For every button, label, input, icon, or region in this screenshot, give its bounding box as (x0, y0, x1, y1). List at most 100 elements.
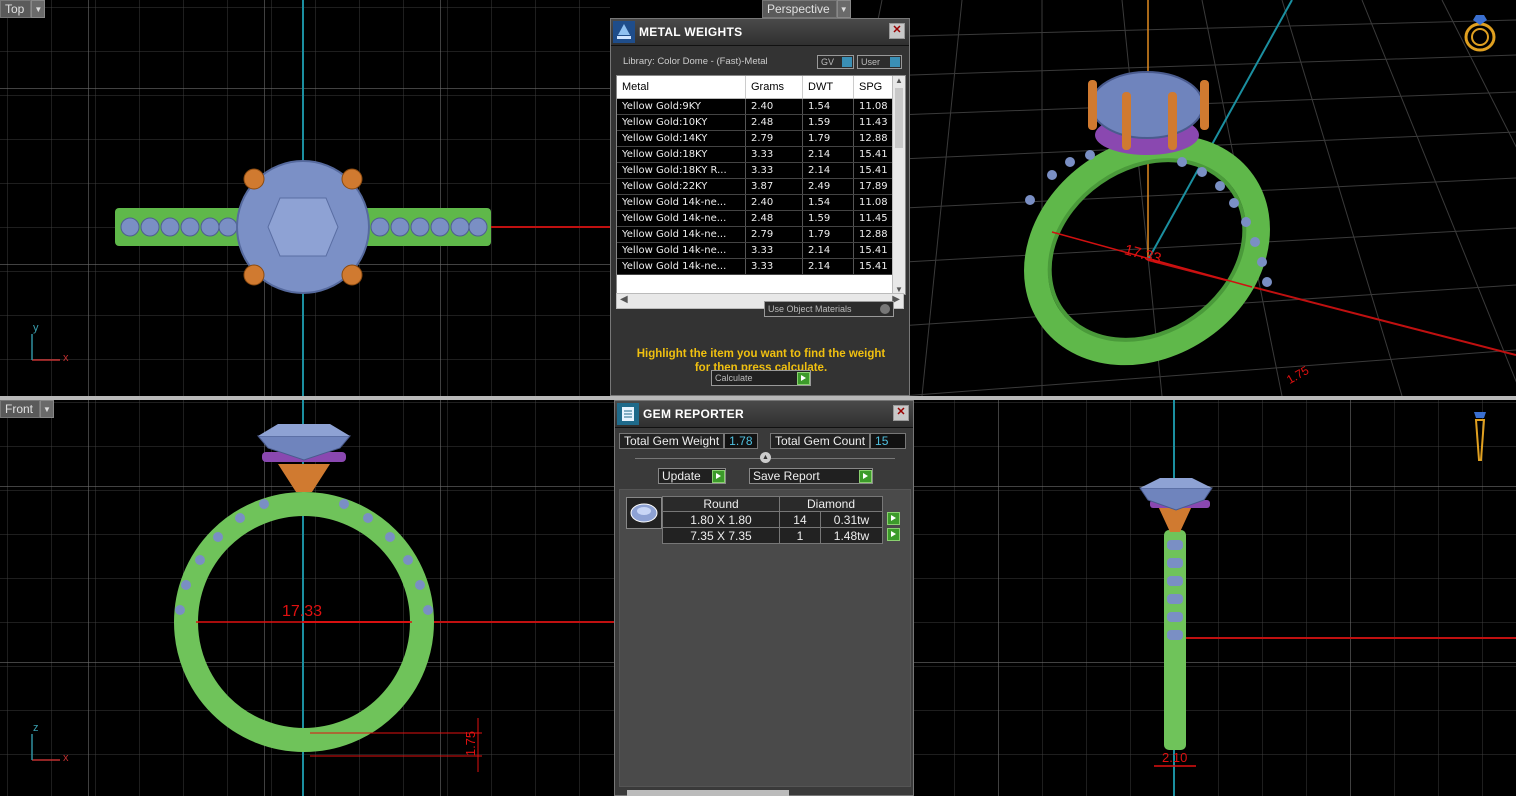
table-row[interactable]: Yellow Gold:18KY R... 3.33 2.14 15.41 (617, 162, 905, 179)
radio-icon (880, 304, 890, 314)
chevron-down-icon[interactable]: ▼ (31, 0, 46, 18)
gem-row[interactable]: 7.35 X 7.35 1 1.48tw (662, 527, 904, 544)
gem-weight: 0.31tw (819, 511, 884, 528)
table-cell: Yellow Gold:10KY (617, 114, 746, 131)
table-row[interactable]: Yellow Gold:10KY 2.48 1.59 11.43 (617, 114, 905, 131)
dimension-small-label: 1.75 (463, 730, 479, 757)
ring-view-icon[interactable] (1460, 12, 1500, 56)
collapse-toggle[interactable]: ▲ (760, 452, 771, 463)
update-button[interactable]: Update (658, 468, 726, 484)
table-cell: 2.14 (802, 146, 854, 163)
side-view-canvas[interactable] (914, 400, 1516, 796)
save-report-label: Save Report (753, 469, 820, 483)
table-cell: 1.59 (802, 210, 854, 227)
total-gem-count: Total Gem Count 15 (770, 433, 907, 449)
toggle-icon (842, 57, 852, 67)
vertical-scrollbar[interactable]: ▲ ▼ (892, 76, 905, 294)
table-row[interactable]: Yellow Gold 14k-ne... 3.33 2.14 15.41 (617, 258, 905, 275)
gem-thumbnail[interactable] (626, 497, 662, 529)
user-toggle[interactable]: User (857, 55, 902, 69)
gem-reporter-panel: GEM REPORTER ✕ Total Gem Weight 1.78 Tot… (614, 400, 914, 796)
viewport-label-front[interactable]: Front ▼ (0, 400, 55, 418)
axis-x-label: x (63, 752, 69, 764)
gem-reporter-icon (617, 403, 639, 425)
viewport-label-top[interactable]: Top ▼ (0, 0, 46, 18)
close-icon[interactable]: ✕ (893, 405, 909, 421)
total-weight-label: Total Gem Weight (619, 433, 725, 449)
close-icon[interactable]: ✕ (889, 23, 905, 39)
save-report-button[interactable]: Save Report (749, 468, 873, 484)
table-row[interactable]: Yellow Gold 14k-ne... 2.40 1.54 11.08 (617, 194, 905, 211)
gv-toggle[interactable]: GV (817, 55, 854, 69)
center-gem (1090, 71, 1204, 139)
front-viewport[interactable]: 17.33 1.75 z x Front ▼ (0, 400, 614, 796)
table-cell: 1.59 (802, 114, 854, 131)
table-cell: 2.79 (745, 130, 803, 147)
gv-label: GV (821, 57, 835, 67)
gem-reporter-titlebar[interactable]: GEM REPORTER ✕ (615, 401, 913, 428)
table-cell: 3.33 (745, 242, 803, 259)
table-cell: 1.54 (802, 194, 854, 211)
table-cell: 1.54 (802, 98, 854, 115)
axis-y-label: y (33, 322, 39, 334)
top-view-canvas[interactable] (0, 0, 610, 396)
gem-type-header: Diamond (779, 496, 883, 512)
table-row[interactable]: Yellow Gold:14KY 2.79 1.79 12.88 (617, 130, 905, 147)
top-viewport[interactable]: y x Top ▼ (0, 0, 610, 396)
total-count-value: 15 (870, 433, 907, 449)
viewport-name: Perspective (762, 0, 837, 18)
table-row[interactable]: Yellow Gold 14k-ne... 2.48 1.59 11.45 (617, 210, 905, 227)
scroll-thumb[interactable] (895, 88, 903, 148)
use-object-materials-toggle[interactable]: Use Object Materials (764, 301, 894, 317)
table-cell: 1.79 (802, 226, 854, 243)
table-cell: Yellow Gold 14k-ne... (617, 226, 746, 243)
gem-weight: 1.48tw (819, 527, 884, 544)
table-row[interactable]: Yellow Gold:22KY 3.87 2.49 17.89 (617, 178, 905, 195)
chevron-down-icon[interactable]: ▼ (40, 400, 55, 418)
table-cell: 3.33 (745, 162, 803, 179)
play-icon (859, 469, 872, 483)
column-header[interactable]: DWT (802, 76, 854, 99)
side-viewport[interactable]: 2.10 (914, 400, 1516, 796)
bottom-scrollbar[interactable] (627, 790, 789, 796)
table-row[interactable]: Yellow Gold:9KY 2.40 1.54 11.08 (617, 98, 905, 115)
viewport-label-perspective[interactable]: Perspective ▼ (762, 0, 851, 18)
table-cell: 2.48 (745, 210, 803, 227)
metal-table[interactable]: Metal Grams DWT SPG Yellow Gold:9KY 2.40 1… (616, 75, 906, 295)
calculate-button[interactable]: Calculate (711, 370, 811, 386)
gem-row[interactable]: 1.80 X 1.80 14 0.31tw (662, 511, 904, 528)
table-row[interactable]: Yellow Gold 14k-ne... 3.33 2.14 15.41 (617, 242, 905, 259)
chevron-left-icon[interactable]: ◀ (620, 294, 628, 305)
panel-title: METAL WEIGHTS (639, 25, 743, 39)
metal-weights-panel: METAL WEIGHTS ✕ Library: Color Dome - (F… (610, 18, 910, 396)
table-cell: Yellow Gold 14k-ne... (617, 258, 746, 275)
axis-z-label: z (33, 722, 39, 734)
gem-count: 1 (779, 527, 821, 544)
table-cell: Yellow Gold:18KY (617, 146, 746, 163)
metal-weights-icon (613, 21, 635, 43)
gem-size: 1.80 X 1.80 (662, 511, 780, 528)
column-header[interactable]: Grams (745, 76, 803, 99)
table-cell: 2.14 (802, 162, 854, 179)
play-icon[interactable] (886, 511, 900, 525)
table-cell: Yellow Gold 14k-ne... (617, 194, 746, 211)
dimension-size-label: 17.33 (282, 603, 323, 620)
table-header-row: Metal Grams DWT SPG (617, 76, 905, 99)
table-row[interactable]: Yellow Gold 14k-ne... 2.79 1.79 12.88 (617, 226, 905, 243)
table-row[interactable]: Yellow Gold:18KY 3.33 2.14 15.41 (617, 146, 905, 163)
column-header[interactable]: Metal (617, 76, 746, 99)
table-cell: Yellow Gold:9KY (617, 98, 746, 115)
update-label: Update (662, 469, 701, 483)
table-cell: Yellow Gold:14KY (617, 130, 746, 147)
front-view-canvas[interactable] (0, 400, 614, 796)
gem-table: Round Diamond 1.80 X 1.80 14 0.31tw 7.35… (662, 496, 904, 544)
chevron-up-icon[interactable]: ▲ (893, 76, 905, 86)
play-icon[interactable] (886, 527, 900, 541)
metal-weights-titlebar[interactable]: METAL WEIGHTS ✕ (611, 19, 909, 46)
total-gem-weight: Total Gem Weight 1.78 (619, 433, 759, 449)
chevron-down-icon[interactable]: ▼ (836, 0, 851, 18)
dimension-width-label: 2.10 (1162, 750, 1188, 765)
axis-x-label: x (63, 352, 69, 364)
side-view-icon[interactable] (1470, 410, 1490, 464)
table-cell: 3.33 (745, 146, 803, 163)
